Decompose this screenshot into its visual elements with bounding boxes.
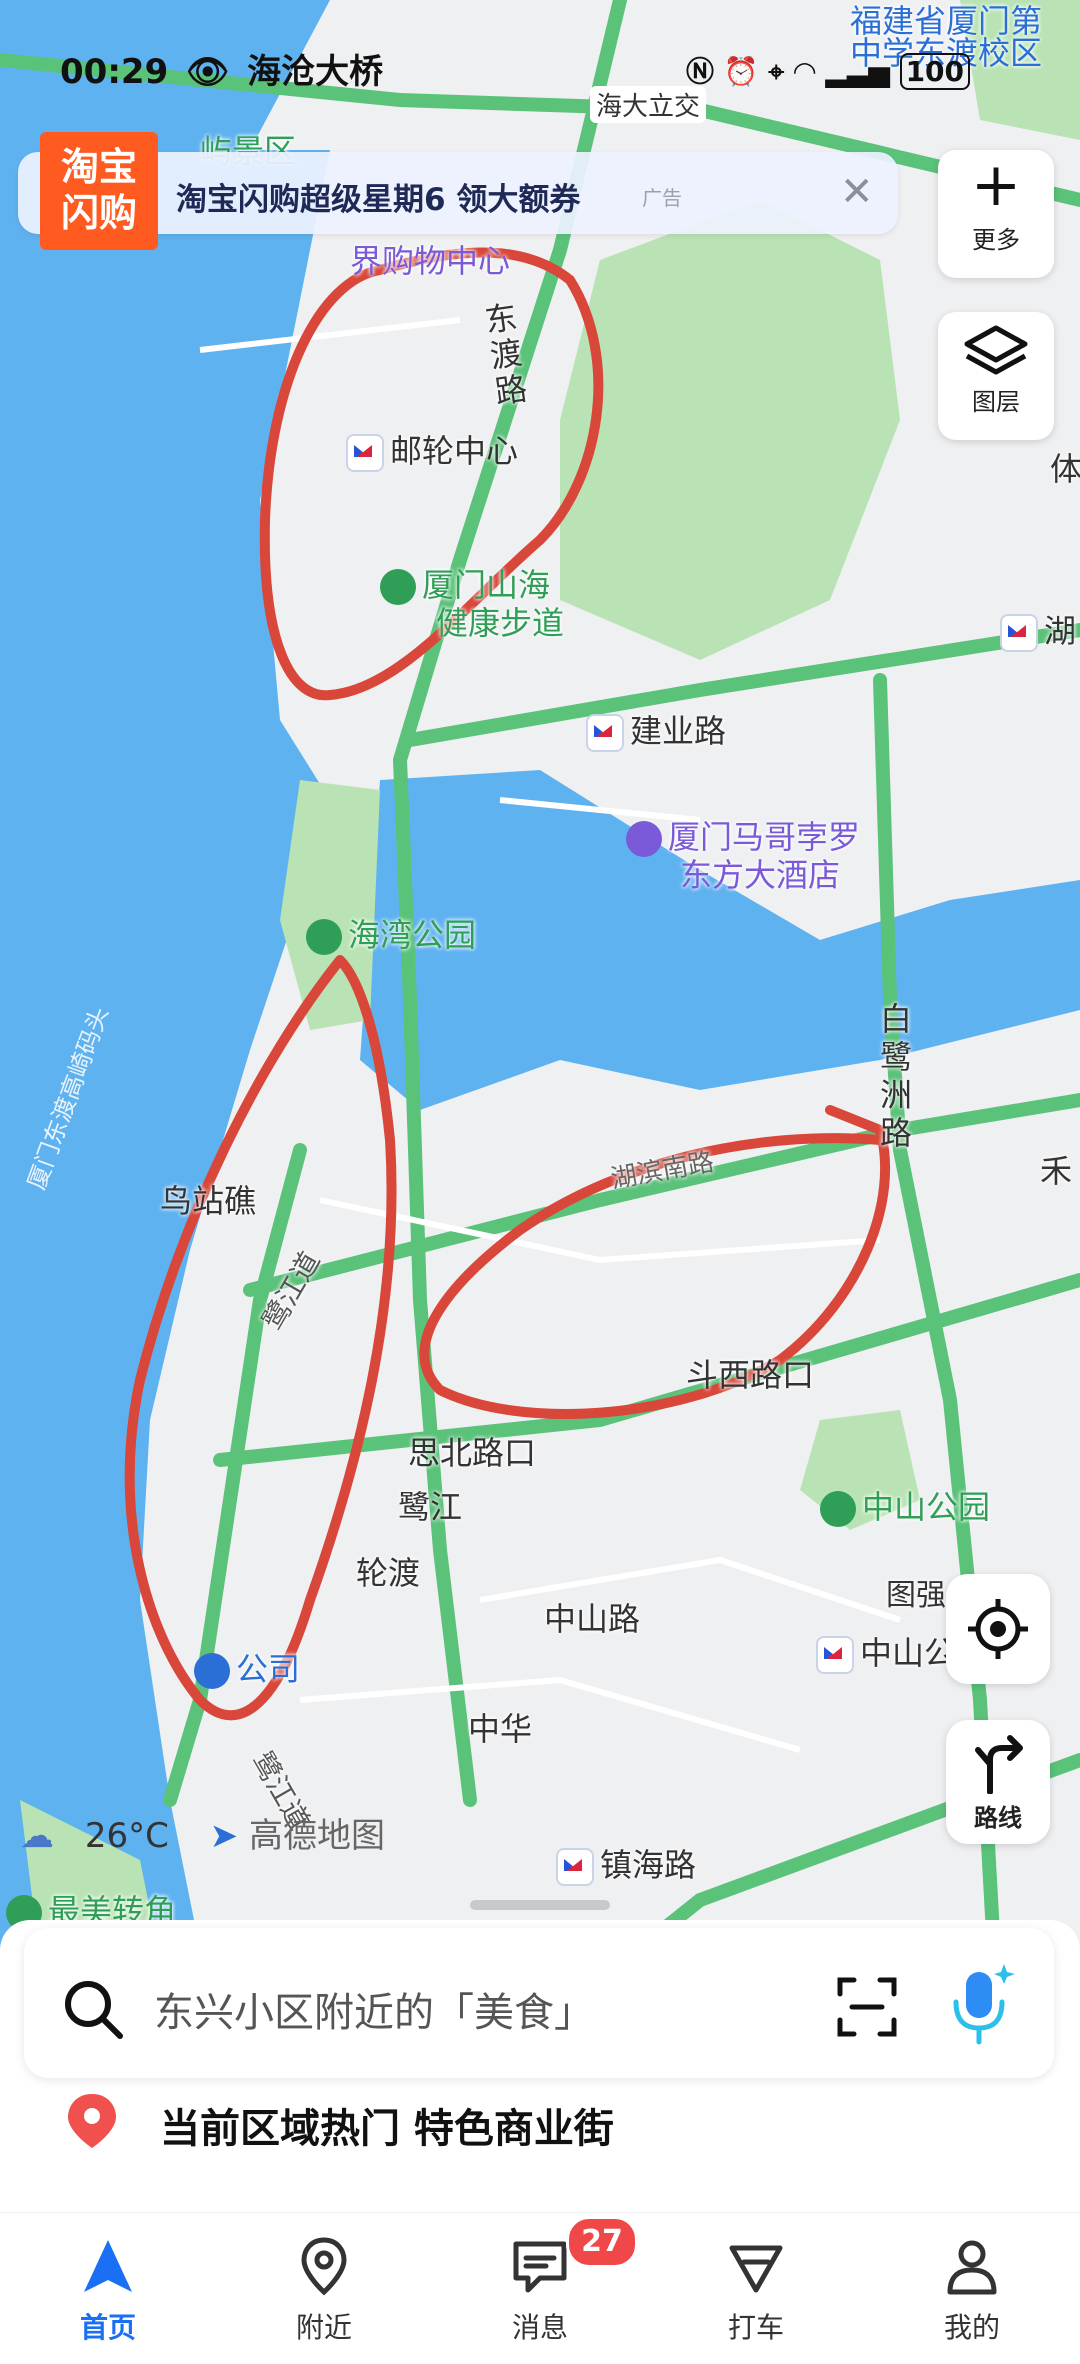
voice-button[interactable] — [946, 1962, 1016, 2050]
weather[interactable]: ☁ 26°C ➤ 高德地图 — [20, 1808, 385, 1857]
map-label-lujiang[interactable]: 鹭江 — [398, 1482, 462, 1528]
brand-name: 高德地图 — [248, 1816, 385, 1856]
briefcase-icon — [194, 1653, 230, 1689]
status-time: 00:29 — [60, 52, 169, 92]
map-label-douxi[interactable]: 斗西路口 — [686, 1350, 814, 1396]
metro-icon — [556, 1848, 594, 1886]
hot-pin-icon — [62, 2090, 122, 2156]
map-label-zhongshan-road[interactable]: 中山路 — [544, 1594, 640, 1640]
hot-area-text[interactable]: 当前区域热门 特色商业街 — [160, 2096, 614, 2154]
tab-nearby[interactable]: 附近 — [264, 2236, 384, 2346]
map-label-lundu[interactable]: 轮渡 — [356, 1548, 420, 1594]
rain-cloud-icon: ☁ — [20, 1816, 54, 1856]
signal-icon: ▂▃▅ — [825, 55, 890, 88]
layers-icon — [938, 312, 1054, 382]
poi-hotel-2: 东方大酒店 — [680, 856, 841, 894]
poi-zhongshan-park[interactable]: 中山公园 — [820, 1482, 990, 1528]
metro-cruise-center[interactable]: 邮轮中心 — [346, 426, 518, 472]
taxi-icon — [729, 2245, 783, 2293]
map-label-he[interactable]: 禾 — [1040, 1146, 1072, 1192]
location-pin-icon — [301, 2237, 347, 2296]
sheet-handle[interactable] — [470, 1900, 610, 1910]
tree-icon — [380, 569, 416, 605]
map-label-mall[interactable]: 界购物中心 — [350, 236, 510, 282]
tab-me[interactable]: 我的 — [912, 2236, 1032, 2346]
scan-icon — [837, 1977, 897, 2037]
map-label-tuqiang[interactable]: 图强 — [886, 1570, 946, 1614]
map-label-zhonghua[interactable]: 中华 — [468, 1704, 532, 1750]
metro-icon — [816, 1636, 854, 1674]
metro-zhenhai-road[interactable]: 镇海路 — [556, 1840, 696, 1886]
scan-button[interactable] — [836, 1976, 898, 2042]
poi-company[interactable]: 公司 — [194, 1644, 300, 1690]
eye-icon: 👁 — [186, 52, 230, 92]
ad-close-button[interactable]: ✕ — [840, 172, 874, 212]
layers-button[interactable]: 图层 — [938, 312, 1054, 440]
ad-text[interactable]: 淘宝闪购超级星期6 领大额券 — [176, 174, 580, 219]
tree-icon — [306, 919, 342, 955]
route-button[interactable]: 路线 — [946, 1720, 1050, 1844]
metro-jianye-road[interactable]: 建业路 — [586, 706, 726, 752]
taobao-flash-logo[interactable]: 淘宝 闪购 — [40, 132, 158, 250]
user-icon — [947, 2240, 997, 2295]
microphone-icon — [953, 1964, 1015, 2045]
map-label-sibei[interactable]: 思北路口 — [408, 1428, 536, 1474]
poi-haiwan-park[interactable]: 海湾公园 — [306, 910, 476, 956]
nfc-icon: Ⓝ — [686, 55, 715, 88]
map-label-bailuzhou-road[interactable]: 白鹭洲路 — [880, 1000, 920, 1152]
locate-button[interactable] — [946, 1574, 1050, 1684]
poi-trail-2: 健康步道 — [436, 604, 565, 642]
route-arrow-icon — [975, 1735, 1023, 1795]
metro-icon — [1000, 614, 1038, 652]
alarm-icon: ⏰ — [723, 55, 759, 88]
metro-hu[interactable]: 湖 — [1000, 606, 1076, 652]
map-label-niaozhanjiao[interactable]: 鸟站礁 — [160, 1176, 256, 1222]
tree-icon — [820, 1491, 856, 1527]
status-bar: 00:29 👁 海沧大桥 — [60, 44, 383, 93]
status-icons: Ⓝ ⏰ ⌖ ◠ ▂▃▅ 100 — [686, 50, 971, 90]
search-input[interactable]: 东兴小区附近的「美食」 — [154, 1980, 594, 2038]
metro-icon — [586, 714, 624, 752]
status-location: 海沧大桥 — [247, 52, 384, 92]
weather-temp: 26°C — [84, 1816, 169, 1856]
tab-home[interactable]: 首页 — [48, 2236, 168, 2346]
amap-logo-icon: ➤ — [209, 1816, 239, 1856]
map-view[interactable]: 福建省厦门第 中学东渡校区 海大立交 屿景区 界购物中心 东渡路 邮轮中心 厦门… — [0, 0, 1080, 2067]
location-icon: ⌖ — [768, 55, 785, 88]
navigation-arrow-icon — [84, 2240, 132, 2292]
map-label-ti[interactable]: 体 — [1050, 444, 1080, 490]
map-label-interchange[interactable]: 海大立交 — [590, 86, 707, 123]
battery-icon: 100 — [899, 53, 971, 90]
hotel-icon — [626, 821, 662, 857]
search-icon — [60, 1976, 126, 2046]
metro-zhongshan[interactable]: 中山公 — [816, 1628, 956, 1674]
plus-icon: + — [970, 150, 1022, 220]
messages-badge: 27 — [566, 2216, 638, 2268]
crosshair-icon — [968, 1599, 1028, 1659]
message-icon — [513, 2241, 567, 2293]
ad-tag: 广告 — [642, 186, 682, 210]
more-button[interactable]: + 更多 — [938, 150, 1054, 278]
tab-taxi[interactable]: 打车 — [696, 2236, 816, 2346]
metro-icon — [346, 434, 384, 472]
wifi-icon: ◠ — [793, 55, 816, 88]
